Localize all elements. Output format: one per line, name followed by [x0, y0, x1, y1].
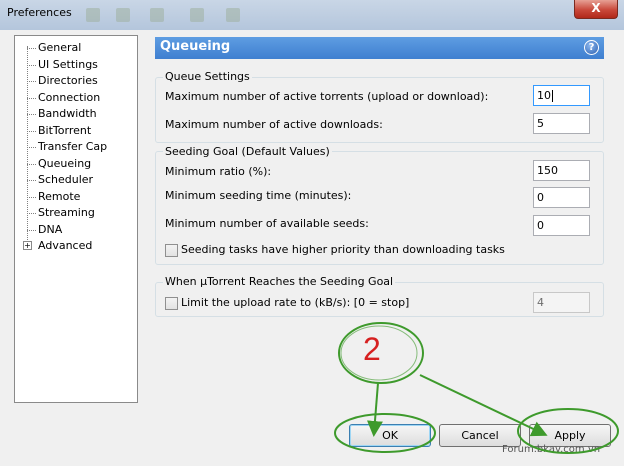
annotation-step-number: 2 [363, 331, 381, 367]
annotation-circle-apply [517, 408, 619, 454]
annotation-circle-ok [334, 413, 436, 453]
annotation-circle-number [338, 322, 424, 384]
annotation-overlay [334, 322, 619, 454]
annotation-arrow-apply [419, 374, 548, 437]
annotation-arrow-ok [366, 382, 383, 437]
